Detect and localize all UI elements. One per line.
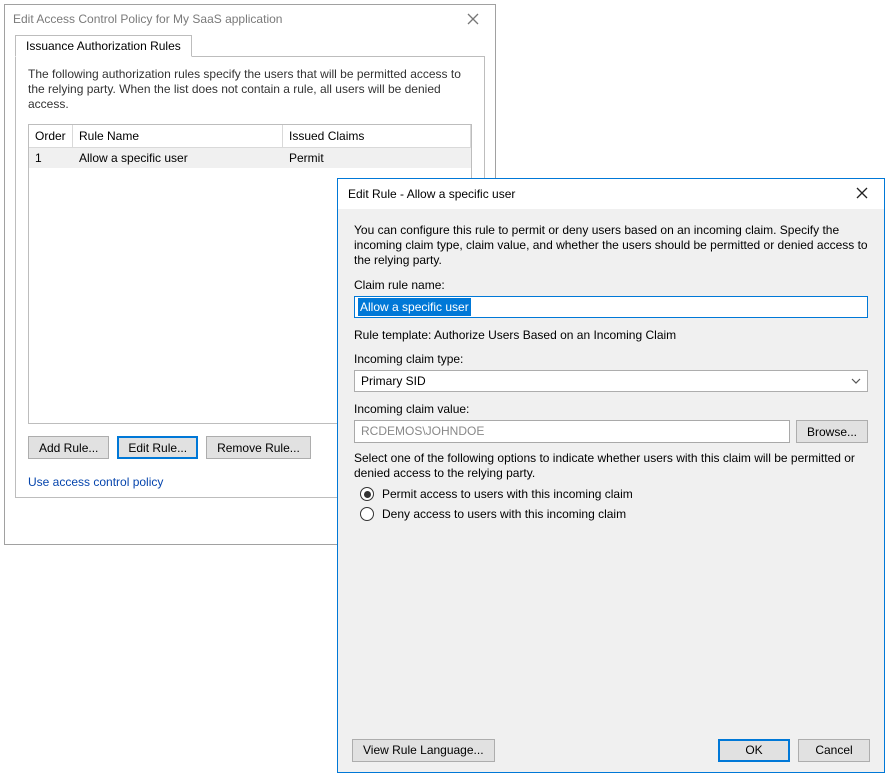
chevron-down-icon [851,376,861,387]
window-title: Edit Access Control Policy for My SaaS a… [5,12,282,26]
options-help-text: Select one of the following options to i… [354,451,868,481]
rules-description: The following authorization rules specif… [28,67,472,112]
close-button[interactable] [451,5,495,33]
tab-issuance-authorization-rules[interactable]: Issuance Authorization Rules [15,35,192,57]
intro-text: You can configure this rule to permit or… [354,223,868,268]
incoming-claim-type-select[interactable]: Primary SID [354,370,868,392]
claim-rule-name-value: Allow a specific user [358,298,471,316]
radio-unselected-icon [360,507,374,521]
col-issued-claims[interactable]: Issued Claims [283,125,471,148]
titlebar[interactable]: Edit Access Control Policy for My SaaS a… [5,5,495,33]
remove-rule-button[interactable]: Remove Rule... [206,436,311,459]
window-title: Edit Rule - Allow a specific user [338,187,515,201]
deny-access-radio[interactable]: Deny access to users with this incoming … [354,507,868,521]
add-rule-button[interactable]: Add Rule... [28,436,109,459]
permit-access-label: Permit access to users with this incomin… [382,487,633,501]
cell-order: 1 [29,148,73,168]
deny-access-label: Deny access to users with this incoming … [382,507,626,521]
edit-rule-button[interactable]: Edit Rule... [117,436,198,459]
rule-template-text: Rule template: Authorize Users Based on … [354,328,868,342]
cell-issued-claims: Permit [283,148,471,168]
dialog-body: You can configure this rule to permit or… [338,209,884,728]
titlebar[interactable]: Edit Rule - Allow a specific user [338,179,884,209]
close-button[interactable] [840,179,884,207]
table-header: Order Rule Name Issued Claims [29,125,471,148]
cancel-button[interactable]: Cancel [798,739,870,762]
incoming-claim-type-value: Primary SID [361,374,426,388]
incoming-claim-value-label: Incoming claim value: [354,402,868,416]
col-order[interactable]: Order [29,125,73,148]
incoming-claim-value-input[interactable]: RCDEMOS\JOHNDOE [354,420,790,443]
browse-button[interactable]: Browse... [796,420,868,443]
claim-rule-name-input[interactable]: Allow a specific user [354,296,868,318]
radio-selected-icon [360,487,374,501]
dialog-footer: View Rule Language... OK Cancel [338,728,884,772]
use-access-control-policy-link[interactable]: Use access control policy [28,475,163,489]
claim-rule-name-label: Claim rule name: [354,278,868,292]
col-rule-name[interactable]: Rule Name [73,125,283,148]
permit-access-radio[interactable]: Permit access to users with this incomin… [354,487,868,501]
edit-rule-dialog: Edit Rule - Allow a specific user You ca… [337,178,885,773]
table-row[interactable]: 1 Allow a specific user Permit [29,148,471,168]
incoming-claim-type-label: Incoming claim type: [354,352,868,366]
cell-rule-name: Allow a specific user [73,148,283,168]
view-rule-language-button[interactable]: View Rule Language... [352,739,495,762]
ok-button[interactable]: OK [718,739,790,762]
